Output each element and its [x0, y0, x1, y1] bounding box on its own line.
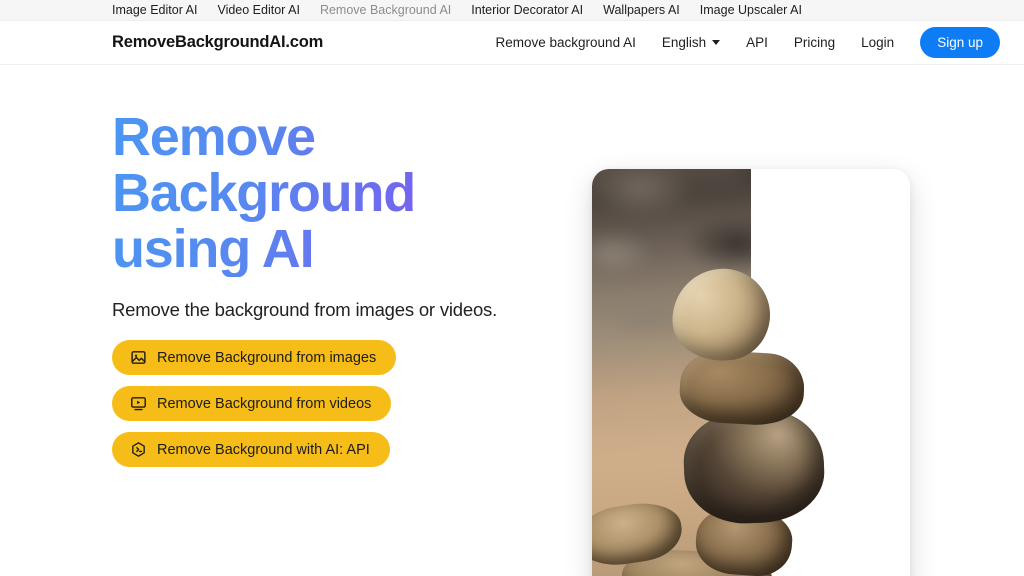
- nav-link-remove-background-ai[interactable]: Remove background AI: [496, 35, 636, 50]
- hero-title: Remove Background using AI: [112, 109, 442, 277]
- hero-title-line-2: Background: [112, 163, 416, 224]
- video-display-icon: [130, 395, 147, 412]
- hero-subtitle: Remove the background from images or vid…: [112, 299, 498, 321]
- chevron-down-icon: [712, 40, 721, 45]
- remove-background-images-label: Remove Background from images: [157, 349, 377, 366]
- remove-background-api-label: Remove Background with AI: API: [157, 441, 370, 458]
- topbar-link-interior-decorator-ai[interactable]: Interior Decorator AI: [471, 4, 583, 17]
- topbar-link-video-editor-ai[interactable]: Video Editor AI: [217, 4, 299, 17]
- remove-background-images-button[interactable]: Remove Background from images: [112, 340, 397, 376]
- topbar-link-image-editor-ai[interactable]: Image Editor AI: [112, 4, 197, 17]
- remove-background-api-button[interactable]: Remove Background with AI: API: [112, 432, 390, 468]
- nav-links-group: Remove background AI English API Pricing…: [496, 27, 1000, 58]
- nav-link-api[interactable]: API: [746, 35, 768, 50]
- stacked-rocks-subject: [592, 169, 910, 576]
- hero-image-card-wrapper: [592, 169, 910, 576]
- before-after-image-card: [592, 169, 910, 576]
- image-icon: [130, 349, 147, 366]
- hero-title-line-1: Remove: [112, 107, 315, 167]
- hero-copy: Remove Background using AI Remove the ba…: [112, 65, 582, 576]
- signup-button[interactable]: Sign up: [920, 27, 1000, 58]
- remove-background-videos-button[interactable]: Remove Background from videos: [112, 386, 392, 422]
- main-navigation: RemoveBackgroundAI.com Remove background…: [0, 21, 1024, 65]
- top-utility-bar: Image Editor AI Video Editor AI Remove B…: [0, 0, 1024, 21]
- language-selector[interactable]: English: [661, 35, 721, 50]
- rock-middle-slab: [678, 348, 806, 428]
- nav-link-login[interactable]: Login: [861, 35, 894, 50]
- topbar-link-wallpapers-ai[interactable]: Wallpapers AI: [603, 4, 680, 17]
- rock-large-dark: [682, 408, 826, 526]
- remove-background-videos-label: Remove Background from videos: [157, 395, 372, 412]
- language-selector-label: English: [661, 35, 707, 50]
- hero-section: Remove Background using AI Remove the ba…: [0, 65, 1024, 576]
- topbar-link-remove-background-ai[interactable]: Remove Background AI: [320, 4, 451, 17]
- nav-link-pricing[interactable]: Pricing: [794, 35, 835, 50]
- hero-cta-group: Remove Background from images Remove Bac…: [112, 340, 582, 468]
- site-logo[interactable]: RemoveBackgroundAI.com: [112, 33, 323, 52]
- topbar-link-image-upscaler-ai[interactable]: Image Upscaler AI: [700, 4, 802, 17]
- hero-title-line-3: using AI: [112, 219, 314, 280]
- rock-top-light: [666, 263, 776, 367]
- api-hexagon-terminal-icon: [130, 441, 147, 458]
